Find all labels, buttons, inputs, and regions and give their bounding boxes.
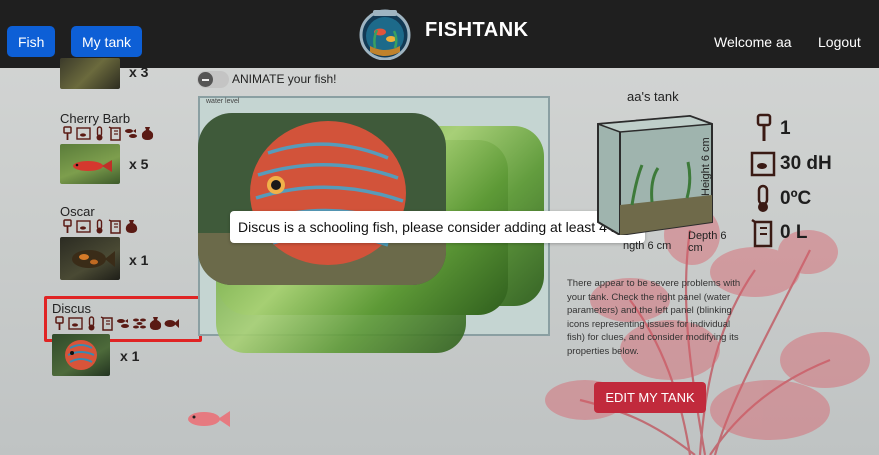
thermometer-icon: [757, 184, 769, 212]
food-bag-icon[interactable]: [124, 219, 139, 234]
volume-icon[interactable]: [108, 126, 123, 141]
thermometer-icon[interactable]: [92, 219, 107, 234]
background-fish-icon: [188, 411, 230, 427]
volume-icon[interactable]: [108, 219, 123, 234]
depth-label: Depth 6 cm: [688, 230, 727, 254]
fish-count: x 5: [129, 156, 149, 172]
fish-count-value: 1: [780, 118, 791, 139]
thermometer-icon[interactable]: [84, 316, 99, 331]
brand-title: FISHTANK: [425, 19, 529, 41]
fish-thumbnail: [60, 144, 120, 184]
fish-name: Discus: [52, 301, 92, 316]
toggle-knob: [198, 72, 213, 87]
discus-image: [198, 113, 446, 285]
fishbowl-logo-icon: [359, 9, 411, 60]
my-tank-nav-button[interactable]: My tank: [71, 26, 143, 57]
fish-name: Cherry Barb: [60, 111, 131, 126]
school-icon[interactable]: [132, 316, 147, 331]
fish-name: Oscar: [60, 204, 95, 219]
fish-nav-button[interactable]: Fish: [7, 26, 56, 57]
fish-issue-icons: [52, 316, 179, 331]
food-bag-icon[interactable]: [148, 316, 163, 331]
ph-meter-icon[interactable]: [60, 219, 75, 234]
big-fish-icon[interactable]: [164, 316, 179, 331]
tank-problem-description: There appear to be severe problems with …: [567, 278, 741, 357]
fish-count: x 1: [129, 252, 149, 268]
edit-my-tank-button[interactable]: EDIT MY TANK: [594, 382, 706, 413]
temperature-value: 0ºC: [780, 188, 812, 209]
fish-count: x 3: [129, 64, 149, 80]
fish-compat-icon[interactable]: [116, 316, 131, 331]
ph-meter-icon[interactable]: [60, 126, 75, 141]
hardness-value: 30 dH: [780, 153, 832, 174]
logout-link[interactable]: Logout: [818, 34, 861, 50]
fish-issue-icons: [60, 126, 155, 141]
water-level-label: water level: [206, 98, 240, 105]
ph-meter-icon[interactable]: [52, 316, 67, 331]
fish-compat-icon[interactable]: [124, 126, 139, 141]
fish-count: x 1: [120, 348, 140, 364]
hardness-icon[interactable]: [68, 316, 83, 331]
fish-count-icon: [756, 113, 772, 141]
length-label: ngth 6 cm: [623, 240, 672, 252]
fish-issue-icons: [60, 219, 139, 234]
navbar: Fish My tank FISHTANK Welcome aa Logout: [0, 0, 879, 68]
welcome-text: Welcome aa: [714, 34, 792, 50]
fish-thumbnail: [52, 334, 110, 376]
height-label: Height 6 cm: [700, 137, 712, 196]
tank-title: aa's tank: [627, 89, 679, 104]
volume-icon[interactable]: [100, 316, 115, 331]
food-bag-icon[interactable]: [140, 126, 155, 141]
fish-thumbnail: [60, 237, 120, 280]
fish-thumbnail: [60, 58, 120, 89]
hardness-icon: [750, 151, 776, 177]
schooling-warning-tooltip: Discus is a schooling fish, please consi…: [230, 211, 647, 243]
volume-value: 0 L: [780, 222, 808, 243]
hardness-icon[interactable]: [76, 126, 91, 141]
thermometer-icon[interactable]: [92, 126, 107, 141]
animate-label: ANIMATE your fish!: [232, 72, 337, 86]
volume-icon: [751, 218, 773, 248]
hardness-icon[interactable]: [76, 219, 91, 234]
animate-toggle[interactable]: [197, 71, 229, 88]
